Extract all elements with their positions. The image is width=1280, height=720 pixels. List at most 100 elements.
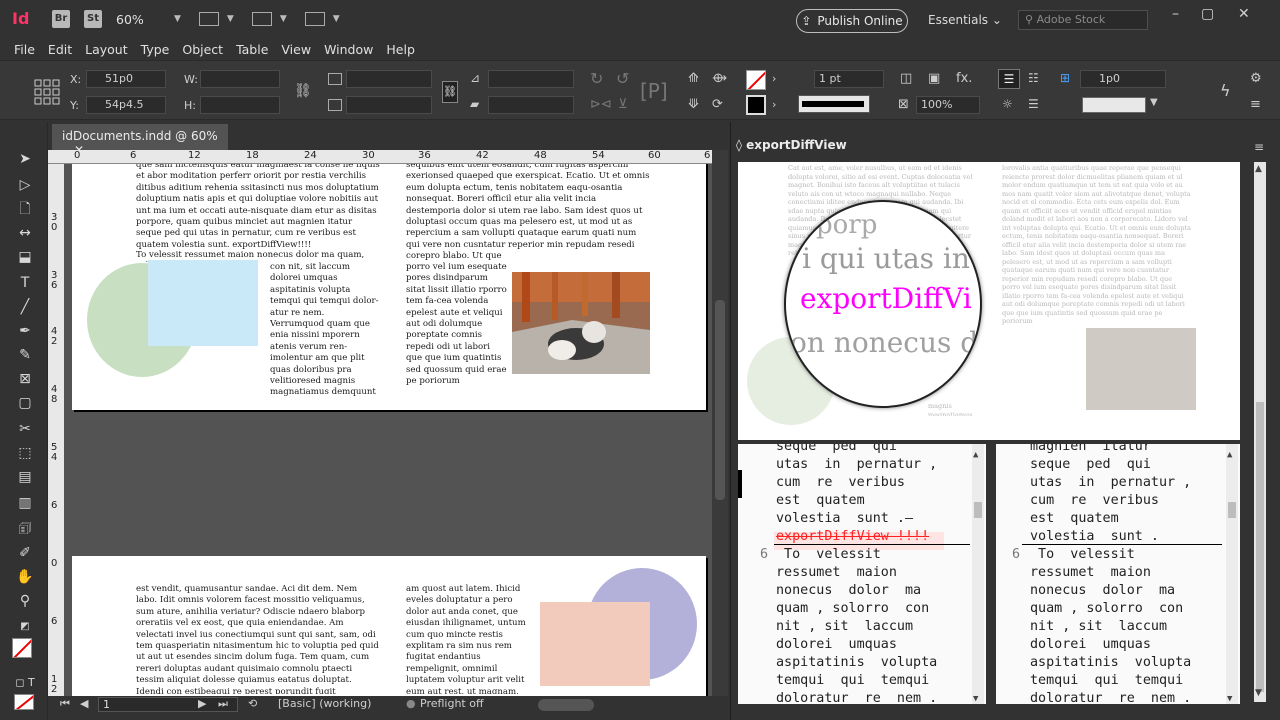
gradient-feather-tool-icon[interactable]: ▥ — [14, 494, 36, 512]
gradient-swatch-tool-icon[interactable]: ▤ — [14, 468, 36, 486]
line-tool-icon[interactable]: ╱ — [14, 298, 36, 316]
text-frame-page1-col1b[interactable]: To velessit ressumet maion nonecus dolor… — [136, 250, 380, 262]
scroll-down-icon[interactable]: ▼ — [1227, 690, 1232, 704]
menu-type[interactable]: Type — [141, 42, 170, 57]
lightning-icon[interactable]: ϟ — [1220, 81, 1231, 100]
gear-icon[interactable]: ⚙ — [1250, 71, 1262, 86]
chevron-down-icon[interactable]: ▼ — [1150, 97, 1158, 108]
fill-swatch[interactable] — [746, 70, 766, 90]
wrap-around-icon[interactable]: ☼ — [1002, 97, 1013, 111]
note-tool-icon[interactable]: 🗊 — [14, 520, 36, 538]
constrain-proportions-icon[interactable]: ⛓ — [294, 83, 312, 99]
document-tab[interactable]: idDocuments.indd @ 60% ✕ — [52, 124, 228, 157]
stroke-weight-field[interactable]: 1 pt — [814, 70, 884, 88]
x-position-field[interactable]: 51p0 — [86, 70, 166, 88]
panel-menu-icon[interactable]: ≡ — [1250, 97, 1261, 112]
diff-code-right[interactable]: magnien itatur seque ped qui utas in perna… — [996, 444, 1240, 704]
pencil-tool-icon[interactable]: ✎ — [14, 346, 36, 364]
chevron-right-icon[interactable]: › — [772, 72, 776, 85]
vertical-ruler[interactable]: 3 0 3 6 4 2 4 8 5 4 6 0 6 1 2 — [48, 164, 64, 696]
flip-vertical-icon[interactable]: ⊻ — [618, 97, 628, 112]
diff-code-left[interactable]: seque ped qui utas in pernatur , cum re ve… — [738, 444, 986, 704]
master-status[interactable]: [Basic] (working) — [278, 697, 371, 710]
workspace-switcher[interactable]: Essentials ⌄ — [928, 13, 1002, 27]
menu-object[interactable]: Object — [182, 42, 223, 57]
select-previous-icon[interactable]: ⟰ — [688, 71, 699, 86]
constrain-scale-icon[interactable]: ⛓ — [442, 81, 458, 103]
text-frame-page1-col2[interactable]: sequibus ellit utem eosandit, cum fugita… — [406, 164, 652, 262]
menu-file[interactable]: File — [14, 42, 35, 57]
gap-tool-icon[interactable]: ↔ — [14, 224, 36, 242]
screen-mode-icon[interactable] — [251, 12, 272, 26]
maximize-button[interactable]: ▢ — [1201, 6, 1214, 22]
menu-window[interactable]: Window — [324, 42, 373, 57]
rectangle-tool-icon[interactable]: ▢ — [14, 394, 36, 412]
next-page-icon[interactable]: ▶ — [198, 697, 206, 710]
first-page-icon[interactable]: ⏮ — [60, 697, 70, 711]
preflight-status[interactable]: Preflight off — [420, 697, 484, 710]
text-wrap-icon[interactable]: ☰ — [998, 69, 1020, 89]
auto-fit-icon[interactable]: ⊞ — [1060, 71, 1070, 85]
drop-shadow-icon[interactable]: ◫ — [900, 71, 912, 86]
chevron-right-icon[interactable]: › — [772, 98, 776, 111]
stroke-type-selector[interactable] — [798, 95, 870, 113]
bridge-button[interactable]: Br — [52, 10, 70, 28]
rotate-cw-icon[interactable]: ↻ — [590, 69, 603, 88]
scroll-thumb[interactable] — [1228, 502, 1236, 518]
peach-square-shape[interactable] — [540, 602, 650, 686]
zoom-level[interactable]: 60% — [116, 12, 166, 27]
right-pane-scrollbar[interactable]: ▲ ▼ — [1226, 444, 1238, 704]
view-options-icon[interactable] — [198, 12, 219, 26]
direct-selection-tool-icon[interactable]: ▷ — [14, 176, 36, 194]
text-frame-page1-col2b[interactable]: porro vel ium esequate pores disindparum… — [406, 262, 508, 398]
scale-y-field[interactable] — [346, 96, 432, 114]
free-transform-tool-icon[interactable]: ⬚ — [14, 444, 36, 462]
fill-color-icon[interactable] — [12, 638, 32, 658]
menu-table[interactable]: Table — [236, 42, 268, 57]
cat-photo[interactable] — [512, 272, 650, 374]
opacity-field[interactable]: 100% — [916, 96, 980, 114]
select-container-icon[interactable]: [P] — [640, 79, 668, 103]
text-frame-page2-col2[interactable]: am quost aut latem. Ihicid eveles dolupt… — [406, 584, 534, 694]
pasteboard[interactable]: que sam inctenisquis eatur magniaest la … — [64, 164, 712, 696]
shear-field[interactable] — [488, 96, 574, 114]
jump-object-icon[interactable]: ☰ — [1028, 97, 1039, 111]
stroke-swatch[interactable] — [746, 95, 766, 115]
menu-help[interactable]: Help — [386, 42, 415, 57]
scale-x-field[interactable] — [346, 70, 432, 88]
zoom-tool-icon[interactable]: ⚲ — [14, 592, 36, 610]
scroll-thumb[interactable] — [715, 300, 725, 500]
text-frame-page1-col1c[interactable]: con nit, sit laccum dolorei umquas aspit… — [270, 262, 380, 398]
chevron-down-icon[interactable]: ▼ — [280, 14, 287, 24]
page-tool-icon[interactable]: 🗋 — [14, 200, 36, 218]
blue-square-shape[interactable] — [148, 260, 258, 346]
gutter-field[interactable]: 1p0 — [1080, 70, 1166, 88]
scroll-up-icon[interactable]: ▲ — [1255, 164, 1262, 174]
menu-layout[interactable]: Layout — [85, 42, 128, 57]
scroll-down-icon[interactable]: ▼ — [1255, 688, 1262, 698]
publish-online-button[interactable]: ⇪ Publish Online — [796, 9, 908, 33]
close-window-button[interactable]: ✕ — [1238, 6, 1250, 22]
eyedropper-tool-icon[interactable]: ✐ — [14, 544, 36, 562]
document-vertical-scrollbar[interactable] — [712, 150, 728, 696]
page-spread-1[interactable]: que sam inctenisquis eatur magniaest la … — [72, 164, 706, 410]
rotate-ccw-icon[interactable]: ↺ — [616, 69, 629, 88]
panel-menu-icon[interactable]: ≡ — [1254, 140, 1264, 154]
select-next-icon[interactable]: ⟴ — [712, 71, 727, 86]
arrange-documents-icon[interactable] — [304, 12, 325, 26]
hand-tool-icon[interactable]: ✋ — [14, 568, 36, 586]
chevron-down-icon[interactable]: ▼ — [227, 14, 234, 24]
rectangle-frame-tool-icon[interactable]: ⊠ — [14, 370, 36, 388]
prev-page-icon[interactable]: ◀ — [80, 697, 88, 710]
type-tool-icon[interactable]: T — [14, 274, 36, 292]
scroll-up-icon[interactable]: ▲ — [1227, 446, 1232, 464]
column-icon[interactable]: ☷ — [1028, 71, 1039, 85]
default-colors-icon[interactable]: ◩ — [14, 618, 36, 636]
horizontal-scroll-thumb[interactable] — [538, 699, 594, 711]
scroll-thumb[interactable] — [974, 502, 982, 518]
width-field[interactable] — [200, 70, 280, 88]
frame-fitting-swatch[interactable] — [1082, 97, 1146, 113]
horizontal-ruler[interactable]: 0 6 12 18 24 30 36 42 48 54 60 6 — [48, 150, 712, 164]
stock-button[interactable]: St — [84, 10, 102, 28]
panel-tab-exportdiffview[interactable]: ◊ exportDiffView — [736, 138, 856, 158]
